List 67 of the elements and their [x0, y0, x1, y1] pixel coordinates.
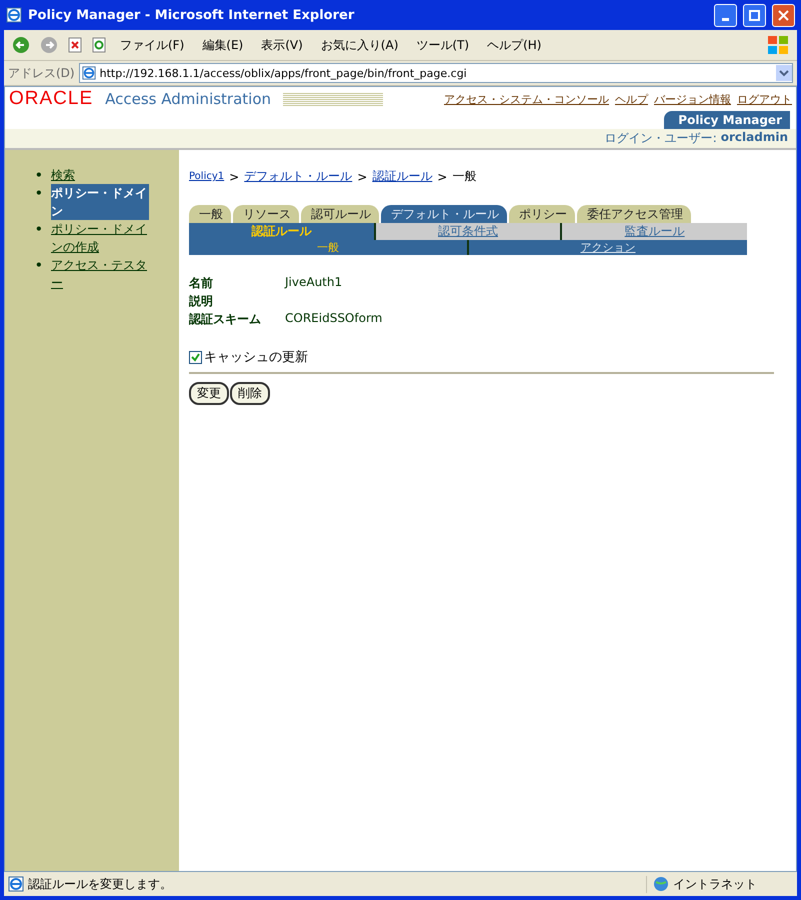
- field-value: COREidSSOform: [285, 311, 384, 327]
- subtab[interactable]: 認可条件式: [374, 223, 560, 240]
- maximize-icon: [749, 10, 760, 20]
- tab[interactable]: ポリシー: [509, 205, 575, 223]
- subtab[interactable]: 監査ルール: [560, 223, 748, 240]
- field-label: 説明: [189, 293, 214, 310]
- menu-item[interactable]: お気に入り(A): [316, 36, 402, 54]
- tab[interactable]: リソース: [233, 205, 299, 223]
- checkbox[interactable]: [189, 350, 202, 364]
- address-label: アドレス(D): [8, 64, 75, 82]
- user-name: orcladmin: [720, 130, 788, 146]
- tab[interactable]: 一般: [189, 205, 231, 223]
- header-link[interactable]: バージョン情報: [654, 92, 731, 106]
- app-tab[interactable]: Policy Manager: [664, 111, 790, 129]
- breadcrumb-link[interactable]: 認証ルール: [372, 168, 432, 185]
- bullet: •: [35, 167, 43, 184]
- minimize-button[interactable]: [714, 4, 737, 26]
- close-button[interactable]: [772, 4, 795, 26]
- sidebar-link[interactable]: 検索: [51, 166, 149, 184]
- stop-icon[interactable]: [68, 37, 82, 53]
- header-link[interactable]: アクセス・システム・コンソール: [444, 92, 609, 106]
- app-title: Access Administration: [105, 90, 272, 108]
- field-label: 名前: [189, 275, 214, 292]
- window-title: Policy Manager - Microsoft Internet Explorer: [28, 8, 356, 22]
- menu-item[interactable]: ファイル(F): [116, 36, 188, 54]
- breadcrumb-link[interactable]: Policy1: [189, 171, 224, 182]
- menu-item[interactable]: 編集(E): [198, 36, 248, 54]
- bullet: •: [35, 221, 43, 238]
- close-icon: [778, 10, 789, 20]
- address-field[interactable]: http://192.168.1.1/access/oblix/apps/front_page/bin/front_page.cgi: [78, 63, 793, 83]
- breadcrumb-separator: >: [437, 170, 448, 184]
- login-label: ログイン・ユーザー:: [604, 130, 717, 147]
- bullet: •: [35, 257, 43, 274]
- minimize-icon: [722, 18, 729, 20]
- status-text: 認証ルールを変更します。: [28, 876, 173, 892]
- breadcrumb-separator: >: [357, 170, 368, 184]
- breadcrumb-current[interactable]: 一般: [452, 168, 476, 185]
- browser-icon: [82, 66, 96, 80]
- header-link[interactable]: ログアウト: [737, 92, 792, 106]
- sidebar-link[interactable]: アクセス・テスター: [51, 256, 149, 292]
- tab[interactable]: 認可ルール: [301, 205, 379, 223]
- tab[interactable]: デフォルト・ルール: [381, 205, 507, 223]
- windows-logo-icon: [767, 35, 789, 55]
- oracle-logo: ORACLE: [9, 88, 94, 110]
- dropdown-icon[interactable]: [776, 65, 792, 81]
- field-label: 認証スキーム: [189, 311, 262, 328]
- sidebar-link[interactable]: ポリシー・ドメイン: [51, 184, 149, 220]
- action-button[interactable]: 変更: [189, 382, 229, 405]
- browser-icon: [6, 7, 22, 23]
- menu-item[interactable]: ツール(T): [412, 36, 474, 54]
- breadcrumb-separator: >: [229, 170, 240, 184]
- checkbox-label: キャッシュの更新: [204, 349, 308, 366]
- back-icon[interactable]: [12, 36, 30, 54]
- action-button[interactable]: 削除: [230, 382, 270, 405]
- maximize-button[interactable]: [743, 4, 766, 26]
- breadcrumb-link[interactable]: デフォルト・ルール: [244, 168, 352, 185]
- field-value: JiveAuth1: [285, 275, 344, 291]
- refresh-icon[interactable]: [92, 37, 106, 53]
- bullet: •: [35, 185, 43, 202]
- globe-icon: [653, 876, 669, 892]
- menu-item[interactable]: ヘルプ(H): [483, 36, 546, 54]
- header-link[interactable]: ヘルプ: [615, 92, 648, 106]
- sidebar-link[interactable]: ポリシー・ドメインの作成: [51, 220, 149, 256]
- browser-icon: [8, 876, 24, 892]
- zone-label: イントラネット: [673, 876, 757, 892]
- menu-item[interactable]: 表示(V): [257, 36, 307, 54]
- tab[interactable]: 委任アクセス管理: [577, 205, 691, 223]
